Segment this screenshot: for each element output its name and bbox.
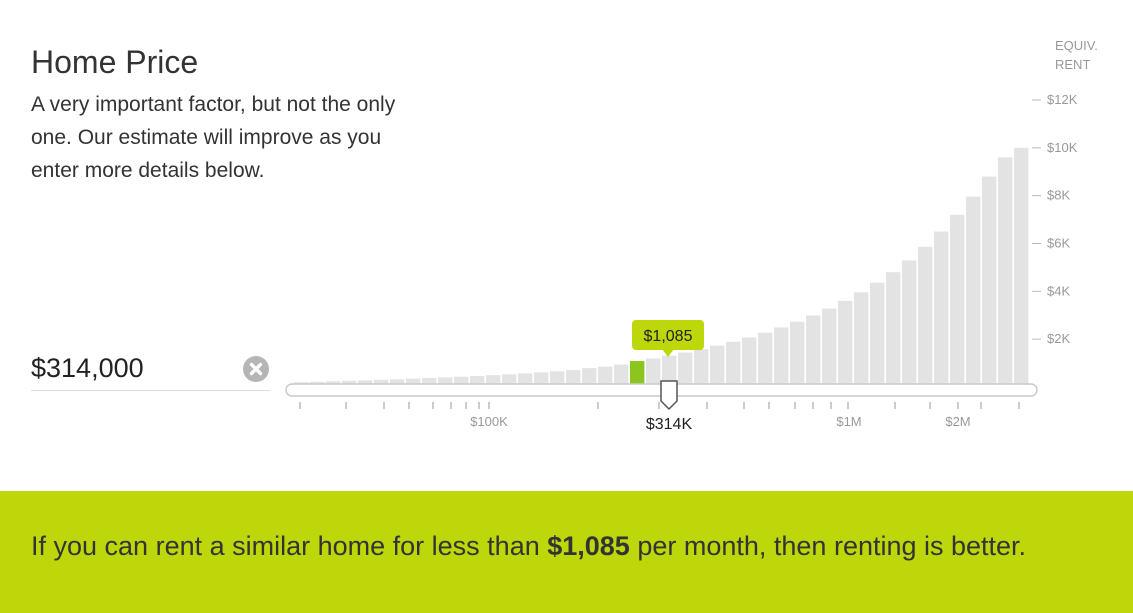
x-tick-label: $100K	[470, 414, 508, 429]
bar[interactable]	[950, 214, 965, 387]
bar[interactable]	[694, 349, 709, 387]
price-distribution-chart: $2K $4K $6K $8K $10K $12K EQUIV. RENT $100K $…	[285, 38, 1098, 433]
y-axis-label-line-2: RENT	[1055, 57, 1090, 72]
slider-value-label: $314K	[646, 416, 693, 433]
y-axis: $2K $4K $6K $8K $10K $12K	[1032, 92, 1078, 346]
bar[interactable]	[870, 282, 885, 387]
y-tick-label: $10K	[1047, 140, 1078, 155]
bar[interactable]	[886, 272, 901, 387]
y-tick-label: $4K	[1047, 283, 1070, 298]
bar[interactable]	[966, 196, 981, 387]
bar[interactable]	[822, 308, 837, 387]
y-tick-label: $6K	[1047, 236, 1070, 251]
y-tick-label: $2K	[1047, 331, 1070, 346]
bar[interactable]	[806, 315, 821, 387]
y-axis-label-line-1: EQUIV.	[1055, 38, 1098, 53]
result-prefix: If you can rent a similar home for less …	[31, 531, 548, 561]
bar[interactable]	[710, 345, 725, 387]
bar[interactable]	[902, 260, 917, 387]
selected-value-callout: $1,085	[632, 320, 704, 357]
callout-value: $1,085	[644, 328, 693, 345]
x-tick-label: $1M	[836, 414, 861, 429]
bar[interactable]	[790, 321, 805, 387]
bar[interactable]	[646, 358, 661, 387]
y-tick-label: $8K	[1047, 188, 1070, 203]
result-suffix: per month, then renting is better.	[629, 531, 1027, 561]
bar[interactable]	[758, 332, 773, 387]
x-axis-ticks	[299, 402, 1020, 409]
y-tick-label: $12K	[1047, 92, 1078, 107]
result-amount: $1,085	[547, 531, 630, 561]
result-banner: If you can rent a similar home for less …	[0, 491, 1133, 613]
bar[interactable]	[854, 292, 869, 387]
bars-group	[294, 147, 1029, 387]
x-tick-label: $2M	[945, 414, 970, 429]
bar[interactable]	[742, 337, 757, 387]
result-message: If you can rent a similar home for less …	[31, 531, 1121, 562]
bar[interactable]	[934, 231, 949, 387]
bar[interactable]	[678, 352, 693, 387]
bar[interactable]	[982, 176, 997, 387]
bar[interactable]	[726, 341, 741, 387]
bar[interactable]	[774, 327, 789, 387]
bar[interactable]	[998, 157, 1013, 387]
bar[interactable]	[838, 300, 853, 387]
selected-bar[interactable]	[630, 361, 645, 387]
bar[interactable]	[918, 246, 933, 387]
bar[interactable]	[1014, 147, 1029, 387]
slider-handle[interactable]	[660, 380, 678, 411]
